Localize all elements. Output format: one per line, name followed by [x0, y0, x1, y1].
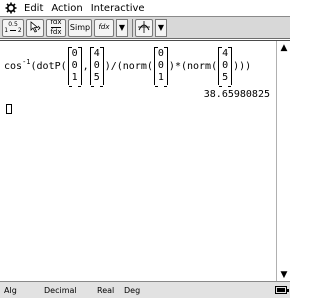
main-work-area[interactable]: cos -1 (dotP( 0 0 1 , 4 0 5 )/(norm( 0 0 1… [0, 40, 290, 282]
matrix-d-2: 5 [222, 72, 229, 83]
matrix-a-1: 0 [71, 60, 78, 71]
gear-icon[interactable] [4, 1, 18, 15]
expr-comma: , [82, 60, 89, 72]
graph-icon [137, 20, 151, 36]
expr-exponent: -1 [22, 58, 31, 66]
matrix-b-0: 4 [93, 48, 100, 59]
toolbar: 0.5 1 2 fdx fdx Simp fdx ▼ ▼ [0, 17, 290, 39]
status-mode-real[interactable]: Real [97, 286, 114, 295]
scroll-down-icon[interactable]: ▼ [279, 270, 289, 280]
matrix-c-1: 0 [157, 60, 164, 71]
settings-mid: 1 [4, 26, 9, 34]
settings-button[interactable]: 0.5 1 2 [2, 18, 24, 37]
matrix-a: 0 0 1 [67, 47, 82, 87]
settings-bottom: 2 [17, 26, 22, 34]
expr-prefix: cos [4, 60, 23, 72]
status-mode-alg[interactable]: Alg [4, 286, 17, 295]
expr-part4: ))) [233, 60, 252, 72]
status-mode-decimal[interactable]: Decimal [44, 286, 77, 295]
matrix-d: 4 0 5 [218, 47, 233, 87]
integral-button[interactable]: fdx [94, 18, 114, 37]
input-cursor[interactable] [6, 104, 12, 114]
fraction-button[interactable]: fdx fdx [46, 18, 66, 37]
matrix-c-0: 0 [157, 48, 164, 59]
pointer-arrow-icon [29, 20, 41, 35]
matrix-d-0: 4 [222, 48, 229, 59]
settings-top: 0.5 [8, 20, 18, 28]
matrix-c-2: 1 [157, 72, 164, 83]
matrix-b-2: 5 [93, 72, 100, 83]
scroll-up-icon[interactable]: ▲ [279, 43, 289, 53]
fraction-top: fdx [50, 18, 62, 26]
expr-part3: )*(norm( [168, 60, 218, 72]
vertical-scrollbar[interactable]: ▲ ▼ [276, 41, 290, 282]
expr-part2: )/(norm( [104, 60, 153, 72]
result-value: 38.65980825 [203, 89, 270, 100]
integral-label: fdx [98, 23, 110, 31]
menu-action[interactable]: Action [51, 0, 82, 17]
matrix-b: 4 0 5 [89, 47, 104, 87]
status-mode-deg[interactable]: Deg [124, 286, 140, 295]
menu-interactive[interactable]: Interactive [91, 0, 145, 17]
simp-button[interactable]: Simp [68, 18, 92, 37]
expr-part1: (dotP( [30, 60, 67, 72]
input-expression[interactable]: cos -1 (dotP( 0 0 1 , 4 0 5 )/(norm( 0 0 1… [4, 45, 251, 87]
toolbar-separator [132, 18, 133, 37]
battery-icon [275, 286, 289, 294]
dropdown-arrow-button[interactable]: ▼ [116, 18, 128, 37]
triangle-down-icon: ▼ [118, 23, 126, 32]
menu-edit[interactable]: Edit [24, 0, 43, 17]
matrix-a-0: 0 [71, 48, 78, 59]
matrix-c: 0 0 1 [153, 47, 168, 87]
triangle-down-icon: ▼ [157, 23, 165, 32]
graph-button[interactable] [135, 18, 153, 37]
menu-bar: Edit Action Interactive [0, 0, 290, 17]
matrix-b-1: 0 [93, 60, 100, 71]
dropdown-arrow-button-2[interactable]: ▼ [155, 18, 167, 37]
matrix-d-1: 0 [222, 60, 229, 71]
pointer-button[interactable] [26, 18, 44, 37]
status-bar: Alg Decimal Real Deg [0, 281, 290, 298]
fraction-bottom: fdx [50, 28, 62, 36]
matrix-a-2: 1 [71, 72, 78, 83]
